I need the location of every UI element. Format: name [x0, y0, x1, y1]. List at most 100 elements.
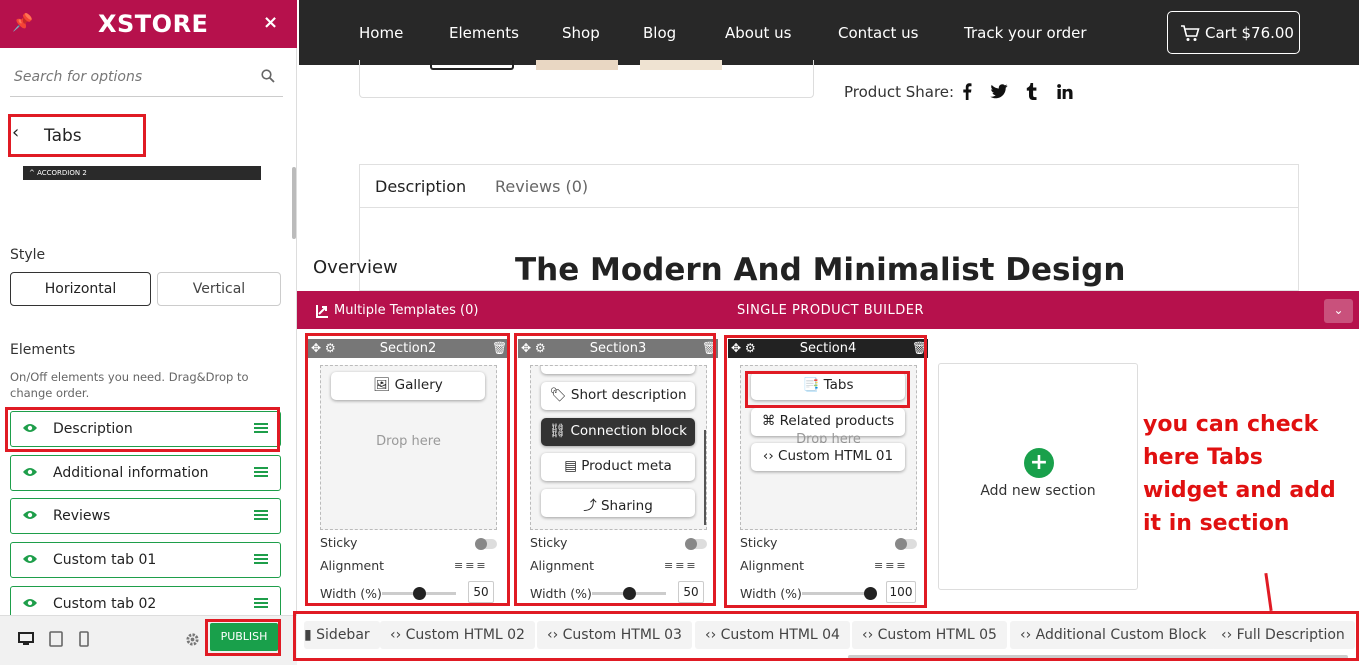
sticky-label: Sticky [320, 535, 358, 550]
widget-product-meta[interactable]: ▤ Product meta [541, 453, 695, 481]
single-product-builder-bar: Multiple Templates (0) SINGLE PRODUCT BU… [297, 291, 1359, 329]
eye-icon[interactable] [22, 466, 38, 478]
drag-handle-icon[interactable] [254, 553, 268, 565]
eye-icon[interactable] [22, 422, 38, 434]
sticky-toggle[interactable] [895, 538, 917, 550]
twitter-icon[interactable] [990, 84, 1008, 99]
code-icon: ‹› [547, 627, 563, 643]
template-label: Custom HTML 04 [720, 627, 840, 643]
drag-handle-icon[interactable] [254, 422, 268, 434]
builder-section-2[interactable]: ✥ ⚙ Section2 🗑 🖼 Gallery Drop here Stick… [308, 339, 508, 605]
gear-icon[interactable] [185, 632, 200, 647]
pin-icon[interactable]: 📌 [12, 13, 33, 33]
tab-description[interactable]: Description [375, 177, 466, 196]
drop-zone-scrollbar[interactable] [704, 430, 706, 525]
add-new-section-card[interactable]: + Add new section [938, 363, 1138, 590]
widget-connection-block[interactable]: ⛓ Connection block [541, 418, 695, 446]
template-custom-html-04[interactable]: ‹› Custom HTML 04 [695, 621, 850, 649]
template-custom-html-02[interactable]: ‹› Custom HTML 02 [380, 621, 535, 649]
alignment-icons[interactable]: ≡≡≡ [664, 559, 698, 572]
widget-sharing[interactable]: ⤴ Sharing [541, 489, 695, 517]
sticky-toggle[interactable] [685, 538, 707, 550]
section-name: Section2 [379, 341, 437, 356]
facebook-icon[interactable] [962, 83, 972, 100]
builder-section-4[interactable]: ✥ ⚙ Section4 🗑 📑 Tabs ⌘ Related products… [728, 339, 928, 605]
width-input[interactable]: 50 [678, 581, 704, 603]
drag-handle-icon[interactable] [254, 466, 268, 478]
width-input[interactable]: 50 [468, 581, 494, 603]
template-custom-html-05[interactable]: ‹› Custom HTML 05 [852, 621, 1007, 649]
nav-home[interactable]: Home [359, 24, 403, 42]
widget-label: Custom HTML 01 [778, 448, 894, 464]
width-slider[interactable] [382, 587, 456, 600]
width-slider[interactable] [802, 587, 877, 600]
alignment-icons[interactable]: ≡≡≡ [874, 559, 908, 572]
element-custom-tab-01[interactable]: Custom tab 01 [10, 542, 281, 578]
chevron-down-icon: ⌄ [1333, 303, 1344, 317]
drop-zone[interactable]: 🏷 Short description ⛓ Connection block ▤… [530, 365, 707, 530]
image-icon: 🖼 [373, 377, 395, 393]
nav-contact-us[interactable]: Contact us [838, 24, 918, 42]
gallery-thumb[interactable] [536, 60, 618, 70]
sticky-label: Sticky [530, 535, 568, 550]
templates-scrollbar[interactable] [848, 655, 1348, 659]
sticky-toggle[interactable] [475, 538, 497, 550]
drop-here-text: Drop here [376, 434, 441, 449]
element-label: Custom tab 01 [53, 552, 157, 568]
tablet-preview-icon[interactable] [49, 631, 63, 647]
multiple-templates-link[interactable]: Multiple Templates (0) [334, 303, 478, 318]
width-input[interactable]: 100 [886, 581, 916, 603]
style-horizontal-button[interactable]: Horizontal [10, 272, 151, 306]
code-icon: ‹› [1221, 627, 1237, 643]
back-to-tabs-button[interactable]: ‹ Tabs [12, 120, 112, 150]
plus-icon[interactable]: + [1024, 448, 1054, 478]
template-sidebar[interactable]: ▮ Sidebar [304, 621, 380, 649]
drag-handle-icon[interactable] [254, 597, 268, 609]
gallery-thumb-active[interactable] [430, 60, 514, 70]
mobile-preview-icon[interactable] [79, 631, 89, 647]
nav-elements[interactable]: Elements [449, 24, 519, 42]
desktop-preview-icon[interactable] [18, 631, 34, 647]
linkedin-icon[interactable] [1057, 84, 1073, 99]
drop-zone[interactable]: 📑 Tabs ⌘ Related products Drop here ‹› C… [740, 365, 917, 530]
widget-gallery[interactable]: 🖼 Gallery [331, 372, 485, 400]
drop-zone[interactable]: 🖼 Gallery Drop here [320, 365, 497, 530]
search-options-input[interactable]: Search for options [10, 60, 283, 97]
widget-short-description[interactable]: 🏷 Short description [541, 382, 695, 410]
alignment-icons[interactable]: ≡≡≡ [454, 559, 488, 572]
cart-total: Cart $76.00 [1205, 24, 1294, 42]
tab-reviews[interactable]: Reviews (0) [495, 177, 588, 196]
element-reviews[interactable]: Reviews [10, 498, 281, 534]
widget-label: Connection block [570, 423, 687, 439]
drag-handle-icon[interactable] [254, 509, 268, 521]
tumblr-icon[interactable] [1026, 83, 1038, 100]
template-additional-custom-block[interactable]: ‹› Additional Custom Block [1010, 621, 1217, 649]
widget-tabs[interactable]: 📑 Tabs [751, 372, 905, 400]
product-gallery-thumbs [359, 60, 814, 98]
publish-button[interactable]: PUBLISH [210, 623, 278, 651]
builder-section-3[interactable]: ✥ ⚙ Section3 🗑 🏷 Short description ⛓ Con… [518, 339, 718, 605]
nav-track-order[interactable]: Track your order [964, 24, 1087, 42]
eye-icon[interactable] [22, 597, 38, 609]
template-custom-html-03[interactable]: ‹› Custom HTML 03 [537, 621, 692, 649]
trash-icon[interactable]: 🗑 [912, 341, 927, 355]
panel-scrollbar[interactable] [292, 167, 296, 239]
collapse-builder-button[interactable]: ⌄ [1324, 299, 1353, 323]
nav-blog[interactable]: Blog [643, 24, 676, 42]
trash-icon[interactable]: 🗑 [702, 341, 717, 355]
width-slider[interactable] [592, 587, 666, 600]
close-panel-button[interactable]: × [263, 12, 278, 33]
nav-shop[interactable]: Shop [562, 24, 600, 42]
eye-icon[interactable] [22, 509, 38, 521]
trash-icon[interactable]: 🗑 [492, 341, 507, 355]
eye-icon[interactable] [22, 553, 38, 565]
element-additional-information[interactable]: Additional information [10, 455, 281, 491]
cart-button[interactable]: Cart $76.00 [1167, 11, 1300, 54]
nav-about-us[interactable]: About us [725, 24, 791, 42]
widget-custom-html-01[interactable]: ‹› Custom HTML 01 [751, 443, 905, 471]
template-full-description[interactable]: ‹› Full Description [1211, 621, 1355, 649]
gallery-thumb[interactable] [640, 60, 722, 70]
template-label: Additional Custom Block [1035, 627, 1207, 643]
style-vertical-button[interactable]: Vertical [157, 272, 281, 306]
element-description[interactable]: Description [10, 411, 281, 447]
